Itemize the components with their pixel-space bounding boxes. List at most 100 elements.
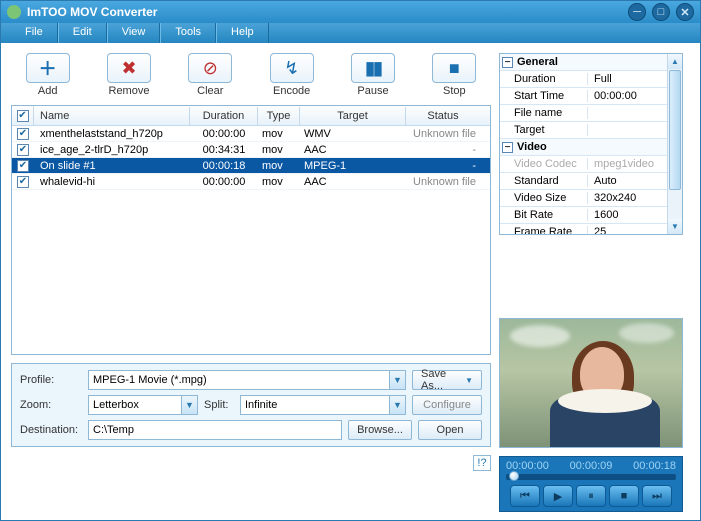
menu-edit[interactable]: Edit (58, 23, 107, 43)
list-header: ✔ Name Duration Type Target Status (12, 106, 490, 126)
player-time-end: 00:00:18 (633, 460, 676, 472)
slider-knob[interactable] (509, 471, 519, 481)
scroll-down-icon[interactable]: ▼ (668, 219, 682, 234)
properties-scrollbar[interactable]: ▲ ▼ (667, 54, 682, 234)
prop-frate-key: Frame Rate (500, 226, 588, 235)
row-status: - (406, 144, 480, 156)
row-checkbox[interactable]: ✔ (17, 144, 29, 156)
remove-button[interactable]: ✖ (107, 53, 151, 83)
chevron-down-icon[interactable]: ▼ (389, 396, 405, 414)
table-row[interactable]: ✔On slide #100:00:18movMPEG-1- (12, 158, 490, 174)
prop-size-key: Video Size (500, 192, 588, 204)
browse-button[interactable]: Browse... (348, 420, 412, 440)
configure-button[interactable]: Configure (412, 395, 482, 415)
row-status: - (406, 160, 480, 172)
save-as-button[interactable]: Save As... ▼ (412, 370, 482, 390)
header-duration[interactable]: Duration (190, 107, 258, 125)
split-label: Split: (204, 399, 234, 411)
row-type: mov (258, 144, 300, 156)
encode-label: Encode (273, 85, 310, 97)
row-type: mov (258, 128, 300, 140)
prop-codec-key: Video Codec (500, 158, 588, 170)
stop-button[interactable]: ■ (432, 53, 476, 83)
title-bar: ImTOO MOV Converter ─ □ ✕ (1, 1, 700, 23)
group-video[interactable]: −Video (500, 139, 682, 156)
row-type: mov (258, 176, 300, 188)
row-duration: 00:00:00 (190, 128, 258, 140)
options-panel: Profile: MPEG-1 Movie (*.mpg)▼ Save As..… (11, 363, 491, 447)
menu-view[interactable]: View (107, 23, 161, 43)
chevron-down-icon[interactable]: ▼ (389, 371, 405, 389)
player-seek-slider[interactable] (506, 474, 676, 480)
header-status[interactable]: Status (406, 107, 480, 125)
prop-start-key: Start Time (500, 90, 588, 102)
row-status: Unknown file (406, 176, 480, 188)
player-time-current: 00:00:09 (570, 460, 613, 472)
pause-button[interactable]: ▮▮ (351, 53, 395, 83)
row-name: On slide #1 (34, 160, 190, 172)
toolbar: ＋ Add ✖ Remove ⊘ Clear ↯ Encode ▮▮ Pause ■ Sto… (11, 53, 491, 97)
header-name[interactable]: Name (34, 107, 190, 125)
app-logo-icon (7, 5, 21, 19)
player-controls: 00:00:00 00:00:09 00:00:18 ⏮ ▶ ⏸ ■ ⏭ (499, 456, 683, 512)
player-next-button[interactable]: ⏭ (642, 485, 672, 507)
row-duration: 00:00:18 (190, 160, 258, 172)
row-checkbox[interactable]: ✔ (17, 160, 29, 172)
scroll-up-icon[interactable]: ▲ (668, 54, 682, 69)
table-row[interactable]: ✔whalevid-hi00:00:00movAACUnknown file (12, 174, 490, 190)
row-status: Unknown file (406, 128, 480, 140)
row-target: WMV (300, 128, 406, 140)
row-duration: 00:34:31 (190, 144, 258, 156)
prop-standard-key: Standard (500, 175, 588, 187)
clear-label: Clear (197, 85, 223, 97)
menu-tools[interactable]: Tools (160, 23, 216, 43)
split-combo[interactable]: Infinite▼ (240, 395, 406, 415)
remove-label: Remove (109, 85, 150, 97)
collapse-icon[interactable]: − (502, 142, 513, 153)
row-checkbox[interactable]: ✔ (17, 128, 29, 140)
preview-video (499, 318, 683, 448)
help-button[interactable]: !? (473, 455, 491, 471)
encode-button[interactable]: ↯ (270, 53, 314, 83)
player-play-button[interactable]: ▶ (543, 485, 573, 507)
menu-help[interactable]: Help (216, 23, 269, 43)
zoom-label: Zoom: (20, 399, 82, 411)
chevron-down-icon[interactable]: ▼ (181, 396, 197, 414)
minimize-button[interactable]: ─ (628, 3, 646, 21)
chevron-down-icon: ▼ (465, 376, 473, 385)
row-checkbox[interactable]: ✔ (17, 176, 29, 188)
group-general[interactable]: −General (500, 54, 682, 71)
clear-button[interactable]: ⊘ (188, 53, 232, 83)
table-row[interactable]: ✔ xmenthelaststand_h720p00:00:00movWMVUnk… (12, 126, 490, 142)
row-name: ice_age_2-tlrD_h720p (34, 144, 190, 156)
prop-file-key: File name (500, 107, 588, 119)
player-prev-button[interactable]: ⏮ (510, 485, 540, 507)
maximize-button[interactable]: □ (652, 3, 670, 21)
profile-combo[interactable]: MPEG-1 Movie (*.mpg)▼ (88, 370, 406, 390)
destination-input[interactable]: C:\Temp (88, 420, 342, 440)
player-pause-button[interactable]: ⏸ (576, 485, 606, 507)
collapse-icon[interactable]: − (502, 57, 513, 68)
add-button[interactable]: ＋ (26, 53, 70, 83)
header-checkbox[interactable]: ✔ (17, 110, 29, 122)
add-label: Add (38, 85, 58, 97)
row-target: MPEG-1 (300, 160, 406, 172)
close-button[interactable]: ✕ (676, 3, 694, 21)
row-name: xmenthelaststand_h720p (34, 128, 190, 140)
stop-label: Stop (443, 85, 466, 97)
menu-file[interactable]: File (11, 23, 58, 43)
profile-label: Profile: (20, 374, 82, 386)
table-row[interactable]: ✔ice_age_2-tlrD_h720p00:34:31movAAC- (12, 142, 490, 158)
preview-frame (500, 319, 682, 447)
header-target[interactable]: Target (300, 107, 406, 125)
pause-label: Pause (357, 85, 388, 97)
zoom-combo[interactable]: Letterbox▼ (88, 395, 198, 415)
header-type[interactable]: Type (258, 107, 300, 125)
scrollbar-thumb[interactable] (669, 70, 681, 190)
open-button[interactable]: Open (418, 420, 482, 440)
destination-label: Destination: (20, 424, 82, 436)
player-stop-button[interactable]: ■ (609, 485, 639, 507)
prop-bitrate-key: Bit Rate (500, 209, 588, 221)
prop-duration-key: Duration (500, 73, 588, 85)
row-name: whalevid-hi (34, 176, 190, 188)
